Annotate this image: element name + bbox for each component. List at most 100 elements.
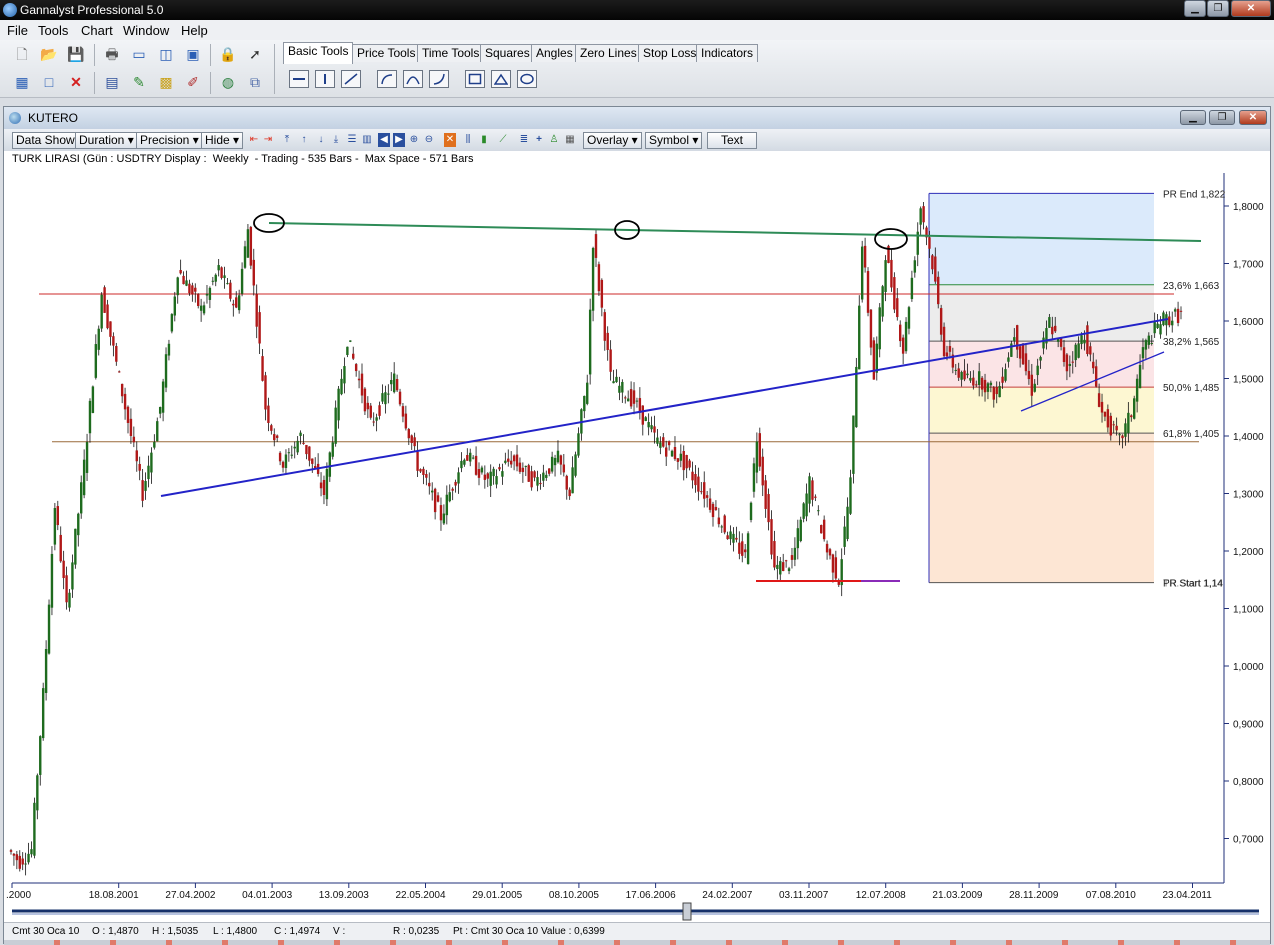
candle-body [732, 533, 735, 543]
globe-icon[interactable]: ◍ [218, 72, 238, 92]
candle-body [799, 519, 802, 542]
arc-icon[interactable] [403, 70, 423, 88]
tab-indicators[interactable]: Indicators [696, 44, 759, 62]
candle-body [793, 547, 797, 560]
candle-body [419, 469, 422, 472]
delete-icon[interactable]: ✕ [66, 72, 86, 92]
candle-body [337, 388, 340, 421]
pointer-icon[interactable]: ➚ [245, 44, 265, 64]
candle-body [161, 381, 165, 413]
close-button[interactable]: ✕ [1231, 0, 1271, 17]
candle-body [296, 440, 299, 453]
candle-body [258, 312, 261, 344]
candle-body [199, 305, 203, 311]
price-chart[interactable]: 1,8000 1,7000 1,6000 1,5000 1,4000 1,3000 1,20… [4, 107, 1270, 902]
open-folder-icon[interactable]: 📂 [39, 44, 59, 64]
print-icon[interactable]: 🖶 [102, 44, 122, 64]
layers-icon[interactable]: ⧉ [245, 72, 265, 92]
menu-tools[interactable]: Tools [38, 23, 68, 38]
horizontal-line-icon[interactable] [289, 70, 309, 88]
layout-single-icon[interactable]: ▭ [129, 44, 149, 64]
candle-body [188, 283, 191, 294]
tab-basic-tools[interactable]: Basic Tools [283, 42, 354, 64]
candle-body [334, 407, 337, 444]
tab-angles[interactable]: Angles [531, 44, 578, 62]
candle-body [530, 471, 533, 488]
candle-body [518, 462, 522, 472]
drawing-icon[interactable]: ✐ [183, 72, 203, 92]
candle-body [512, 455, 516, 462]
candle-body [164, 354, 168, 388]
grid-icon[interactable]: ▩ [156, 72, 176, 92]
candle-body [1048, 317, 1051, 328]
candle-body [153, 441, 156, 448]
menu-chart[interactable]: Chart [81, 23, 113, 38]
candle-body [553, 457, 557, 466]
film-icon[interactable]: ▤ [102, 72, 122, 92]
square-icon[interactable]: □ [39, 72, 59, 92]
candle-body [273, 434, 276, 441]
layout-split-icon[interactable]: ◫ [156, 44, 176, 64]
candle-body [369, 405, 372, 418]
candle-body [12, 853, 16, 856]
fib-zone [929, 387, 1154, 434]
candle-body [621, 382, 624, 393]
candle-body [1001, 376, 1004, 383]
candle-body [989, 382, 993, 386]
candle-body [132, 436, 136, 443]
candle-body [878, 307, 881, 350]
triangle-icon[interactable] [491, 70, 511, 88]
candle-body [899, 324, 902, 342]
fib-zone [929, 341, 1154, 388]
menu-window[interactable]: Window [123, 23, 169, 38]
save-icon[interactable]: 💾 [66, 44, 86, 64]
candle-body [612, 381, 615, 384]
candle-body [1036, 365, 1039, 376]
calculator-icon[interactable]: ▦ [12, 72, 32, 92]
candle-body [641, 405, 644, 425]
arc-right-icon[interactable] [429, 70, 449, 88]
tab-stop-loss[interactable]: Stop Loss [638, 44, 702, 62]
rectangle-icon[interactable] [465, 70, 485, 88]
ellipse-icon[interactable] [517, 70, 537, 88]
candle-body [600, 279, 604, 308]
candle-body [9, 850, 13, 852]
candle-body [743, 549, 747, 553]
candle-body [343, 366, 346, 384]
vertical-line-icon[interactable] [315, 70, 335, 88]
candle-body [583, 395, 586, 412]
candle-body [834, 557, 838, 579]
candle-body [866, 271, 870, 313]
candle-body [275, 435, 279, 438]
time-slider[interactable] [4, 902, 1270, 922]
tab-time-tools[interactable]: Time Tools [417, 44, 485, 62]
restore-button[interactable]: ❐ [1207, 0, 1229, 17]
new-file-icon[interactable]: 🗋 [12, 44, 32, 64]
candle-body [319, 482, 323, 489]
lock-icon[interactable]: 🔒 [218, 44, 238, 64]
tab-squares[interactable]: Squares [480, 44, 535, 62]
candle-body [120, 383, 124, 397]
candle-body [1171, 320, 1174, 326]
tab-price-tools[interactable]: Price Tools [352, 44, 421, 62]
pencil-icon[interactable]: ✎ [129, 72, 149, 92]
menu-file[interactable]: File [7, 23, 28, 38]
tab-zero-lines[interactable]: Zero Lines [575, 44, 642, 62]
candle-body [471, 457, 475, 459]
screen-icon[interactable]: ▣ [183, 44, 203, 64]
candle-body [325, 468, 329, 500]
candle-body [735, 537, 738, 540]
candle-body [548, 468, 551, 474]
candle-body [305, 444, 308, 455]
candle-body [688, 460, 691, 468]
window-tabs-strip [4, 940, 1270, 945]
slider-thumb[interactable] [682, 902, 692, 921]
candle-body [1024, 353, 1028, 372]
minimize-button[interactable]: ▁ [1184, 0, 1206, 17]
arc-left-icon[interactable] [377, 70, 397, 88]
candle-body [1080, 335, 1083, 345]
candle-body [1153, 322, 1156, 334]
candle-body [963, 370, 966, 380]
menu-help[interactable]: Help [181, 23, 208, 38]
trendline-icon[interactable] [341, 70, 361, 88]
